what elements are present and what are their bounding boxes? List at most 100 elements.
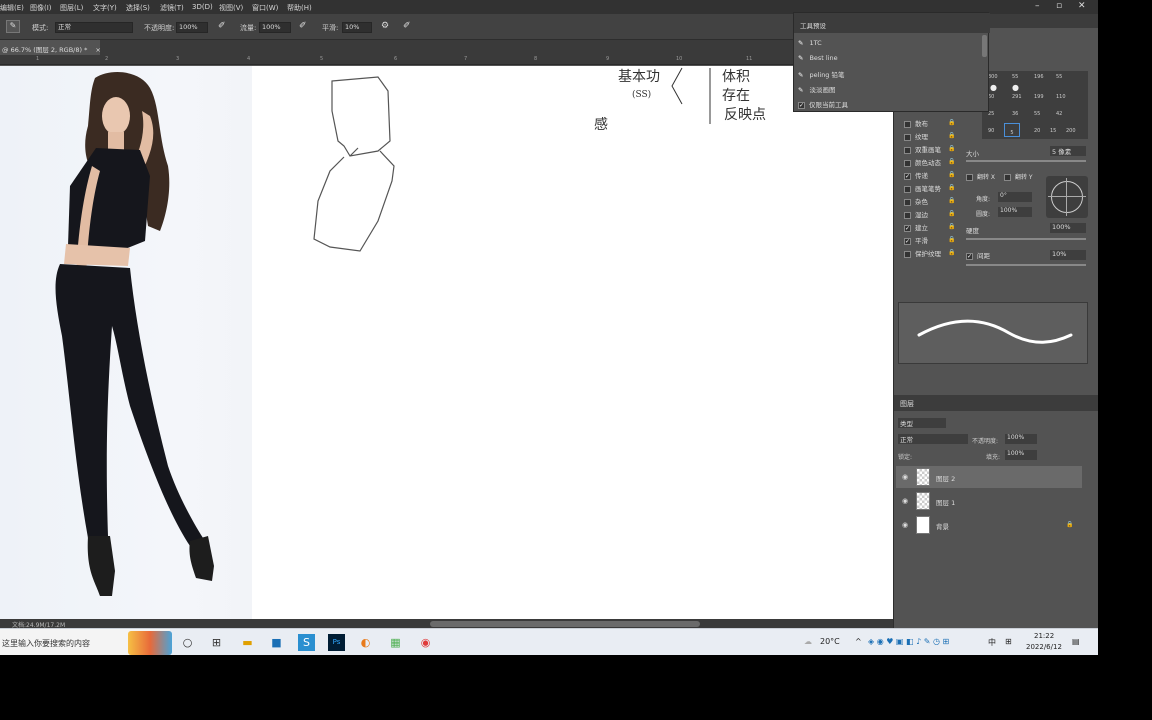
close-button[interactable]: ✕: [1078, 1, 1086, 11]
layer-opacity-field[interactable]: 100%: [1005, 434, 1037, 444]
lock-icon[interactable]: 🔒: [948, 132, 955, 139]
fill-field[interactable]: 100%: [1005, 450, 1037, 460]
layer-row[interactable]: ◉ 图层 1: [896, 490, 1082, 512]
pressure-opacity-icon[interactable]: ✐: [218, 21, 226, 31]
checkbox[interactable]: [904, 211, 911, 219]
eye-icon[interactable]: ◉: [902, 521, 908, 529]
lock-icon[interactable]: 🔒: [948, 145, 955, 152]
layer-filter-select[interactable]: 类型: [898, 418, 946, 428]
smooth-field[interactable]: 10%: [342, 22, 372, 33]
task-view-icon[interactable]: ⊞: [208, 634, 225, 651]
weather-temp[interactable]: 20°C: [820, 637, 840, 646]
opacity-field[interactable]: 100%: [176, 22, 208, 33]
flow-field[interactable]: 100%: [259, 22, 291, 33]
lock-icon[interactable]: 🔒: [948, 210, 955, 217]
hardness-field[interactable]: 100%: [1050, 223, 1086, 233]
checkbox[interactable]: [904, 133, 911, 141]
app-red-icon[interactable]: ◉: [417, 634, 434, 651]
lock-icon[interactable]: 🔒: [948, 171, 955, 178]
flip-y-checkbox[interactable]: 翻转 Y: [1004, 172, 1033, 181]
ime-mode-icon[interactable]: ⊞: [1005, 637, 1012, 646]
brush-tip-grid[interactable]: 300 55 196 55 ● ● 60 291 199 110 25 36 5…: [982, 71, 1088, 139]
lock-icon[interactable]: 🔒: [948, 158, 955, 165]
app-s-icon[interactable]: S: [298, 634, 315, 651]
tab-close-icon[interactable]: ×: [95, 46, 100, 54]
file-explorer-icon[interactable]: ▬: [239, 634, 256, 651]
brush-option-row[interactable]: ✓ 建立: [904, 222, 928, 232]
brush-option-row[interactable]: 颜色动态: [904, 157, 941, 167]
menu-view[interactable]: 视图(V): [219, 3, 243, 13]
roundness-field[interactable]: 100%: [998, 207, 1032, 217]
menu-select[interactable]: 选择(S): [126, 3, 150, 13]
checkbox-checked[interactable]: ✓: [904, 237, 911, 245]
checkbox[interactable]: [904, 250, 911, 258]
brush-option-row[interactable]: 湿边: [904, 209, 928, 219]
hardness-slider[interactable]: [966, 238, 1086, 240]
blend-mode-select[interactable]: 正常: [898, 434, 968, 444]
browser-icon[interactable]: ◐: [357, 634, 374, 651]
document-canvas[interactable]: 基本功 (SS) 体积 存在 反映点 感: [0, 66, 893, 619]
menu-window[interactable]: 窗口(W): [252, 3, 278, 13]
layers-tab[interactable]: 图层: [900, 399, 914, 409]
brush-option-row[interactable]: ✓ 传递: [904, 170, 928, 180]
checkbox-checked[interactable]: ✓: [904, 172, 911, 180]
lock-icon[interactable]: 🔒: [948, 236, 955, 243]
minimize-button[interactable]: –: [1035, 1, 1040, 11]
size-slider[interactable]: [966, 160, 1086, 162]
menu-help[interactable]: 帮助(H): [287, 3, 312, 13]
brush-option-row[interactable]: 双重画笔: [904, 144, 941, 154]
presets-scrollbar[interactable]: [982, 35, 987, 57]
menu-layer[interactable]: 图层(L): [60, 3, 83, 13]
lock-icon[interactable]: 🔒: [948, 197, 955, 204]
mode-select[interactable]: 正常: [55, 22, 133, 33]
ime-indicator[interactable]: 中: [988, 637, 996, 648]
preset-item[interactable]: ✎ 1TC: [798, 39, 822, 47]
brush-option-row[interactable]: 画笔笔势: [904, 183, 941, 193]
horizontal-scrollbar[interactable]: [430, 621, 700, 627]
spacing-slider[interactable]: [966, 264, 1086, 266]
layer-row[interactable]: ◉ 图层 2: [896, 466, 1082, 488]
menu-3d[interactable]: 3D(D): [192, 3, 213, 11]
app-green-icon[interactable]: ▦: [387, 634, 404, 651]
angle-field[interactable]: 0°: [998, 192, 1032, 202]
photoshop-icon[interactable]: Ps: [328, 634, 345, 651]
document-tab[interactable]: @ 66.7% (图层 2, RGB/8) * ×: [0, 40, 101, 55]
clock-time[interactable]: 21:22: [1034, 632, 1054, 640]
current-tool-only-checkbox[interactable]: ✓ 仅限当前工具: [798, 99, 848, 109]
tray-chevron-icon[interactable]: ^: [855, 637, 862, 646]
preset-item[interactable]: ✎ Best line: [798, 54, 838, 62]
brush-option-row[interactable]: 散布: [904, 118, 928, 128]
menu-image[interactable]: 图像(I): [30, 3, 52, 13]
layer-row[interactable]: ◉ 背景 🔒: [896, 514, 1082, 536]
lock-icon[interactable]: 🔒: [948, 184, 955, 191]
eye-icon[interactable]: ◉: [902, 473, 908, 481]
spacing-field[interactable]: 10%: [1050, 250, 1086, 260]
notification-icon[interactable]: ▤: [1072, 637, 1080, 646]
eye-icon[interactable]: ◉: [902, 497, 908, 505]
clock-date[interactable]: 2022/6/12: [1026, 643, 1062, 651]
brush-tool-icon[interactable]: ✎: [6, 20, 20, 33]
brush-angle-widget[interactable]: [1046, 176, 1088, 218]
preset-item[interactable]: ✎ peling 铅笔: [798, 69, 845, 79]
menu-type[interactable]: 文字(Y): [93, 3, 117, 13]
cortana-icon[interactable]: ○: [179, 634, 196, 651]
brush-option-row[interactable]: 保护纹理: [904, 248, 941, 258]
maximize-button[interactable]: ▫: [1056, 1, 1062, 11]
spacing-checkbox[interactable]: ✓ 间距: [966, 250, 990, 260]
menu-filter[interactable]: 滤镜(T): [160, 3, 184, 13]
tray-app-icons[interactable]: ◈ ◉ ♥ ▣ ◧ ♪ ✎ ◷ ⊞: [868, 637, 949, 646]
checkbox[interactable]: [904, 146, 911, 154]
brush-option-row[interactable]: ✓ 平滑: [904, 235, 928, 245]
checkbox[interactable]: [904, 198, 911, 206]
lock-icon[interactable]: 🔒: [948, 119, 955, 126]
preset-item[interactable]: ✎ 淡淡画图: [798, 84, 835, 94]
brush-option-row[interactable]: 杂色: [904, 196, 928, 206]
brush-option-row[interactable]: 纹理: [904, 131, 928, 141]
lock-icon[interactable]: 🔒: [948, 249, 955, 256]
checkbox[interactable]: [904, 159, 911, 167]
lock-icon[interactable]: 🔒: [948, 223, 955, 230]
weather-icon[interactable]: ☁: [804, 637, 812, 646]
airbrush-icon[interactable]: ✐: [299, 21, 307, 31]
flip-x-checkbox[interactable]: 翻转 X: [966, 172, 995, 181]
checkbox[interactable]: [904, 120, 911, 128]
